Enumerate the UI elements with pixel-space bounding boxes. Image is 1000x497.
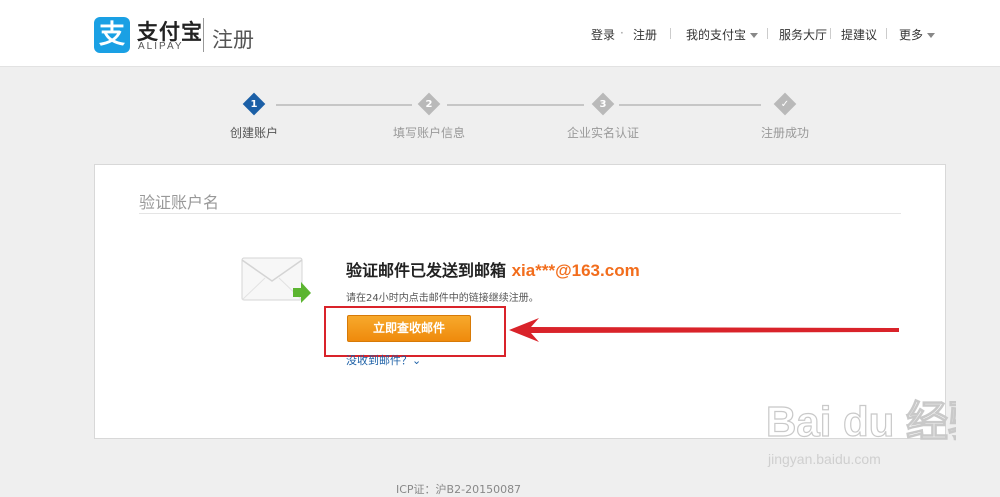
nav-divider [830,28,831,39]
checkmark-icon: ✓ [780,99,790,110]
panel-title: 验证账户名 [139,193,220,212]
step-1-number: 1 [250,99,258,110]
step-1-label: 创建账户 [230,126,279,140]
icp-footer: ICP证：沪B2-20150087 [396,483,522,496]
email-address: xia***@163.com [511,261,640,280]
step-3-label: 企业实名认证 [567,126,640,140]
nav-divider [767,28,768,39]
alipay-logo-icon[interactable]: 支 [94,17,130,53]
sent-message: 验证邮件已发送到邮箱 [346,261,507,280]
sent-headline: 验证邮件已发送到邮箱 xia***@163.com [346,257,640,281]
nav-divider [670,28,671,39]
more-label: 更多 [899,28,924,42]
step-connector [276,104,412,106]
no-email-label: 没收到邮件？ [346,354,412,367]
step-connector [619,104,761,106]
hint-text: 请在24小时内点击邮件中的链接继续注册。 [346,293,539,304]
nav-divider [886,28,887,39]
step-4-label: 注册成功 [761,126,810,140]
no-email-link[interactable]: 没收到邮件？⌄ [346,352,421,368]
watermark-brand: Bai du 经验 [766,398,956,445]
step-2-number: 2 [425,99,433,110]
service-hall-link[interactable]: 服务大厅 [779,26,827,43]
nav-separator: · [620,26,624,40]
chevron-down-icon [927,33,936,38]
top-bar: 支 支付宝 ALIPAY 注册 登录 · 注册 我的支付宝 服务大厅 提建议 更… [0,0,1000,67]
mail-sent-icon [241,257,311,303]
chevron-down-icon: ⌄ [412,354,422,367]
logo-divider [203,18,204,52]
register-link[interactable]: 注册 [633,26,657,43]
step-3-number: 3 [599,99,607,110]
panel-divider [139,213,901,214]
more-menu[interactable]: 更多 [899,26,936,43]
page-title: 注册 [212,28,254,52]
step-connector [447,104,584,106]
suggest-link[interactable]: 提建议 [841,26,877,43]
annotation-arrow [509,318,899,342]
baidu-watermark: Bai du 经验 jingyan.baidu.com [766,397,956,467]
brand-name-en: ALIPAY [138,41,184,52]
step-2-label: 填写账户信息 [393,126,466,140]
my-alipay-label: 我的支付宝 [686,28,747,42]
my-alipay-menu[interactable]: 我的支付宝 [686,26,759,43]
watermark-url: jingyan.baidu.com [767,451,881,467]
login-link[interactable]: 登录 [591,26,615,43]
chevron-down-icon [750,33,759,38]
check-mail-button[interactable]: 立即查收邮件 [347,315,471,342]
